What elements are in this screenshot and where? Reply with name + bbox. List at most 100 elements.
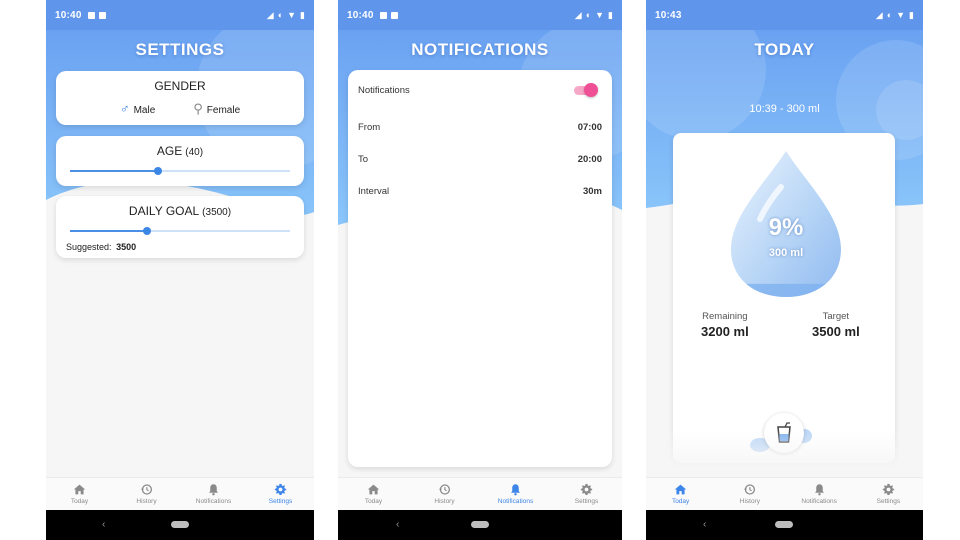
daily-goal-title: DAILY GOAL [128, 204, 200, 218]
target-value: 3500 ml [812, 324, 860, 339]
gear-icon [580, 483, 593, 496]
notifications-toggle-row: Notifications [358, 83, 602, 97]
to-value: 20:00 [577, 154, 602, 165]
tab-notifications[interactable]: Notifications [480, 478, 551, 510]
tab-label: Notifications [801, 498, 837, 505]
tab-history[interactable]: History [409, 478, 480, 510]
tab-settings[interactable]: Settings [247, 478, 314, 510]
home-button[interactable] [171, 521, 189, 528]
home-button[interactable] [471, 521, 489, 528]
tab-today[interactable]: Today [646, 478, 715, 510]
target-label: Target [822, 311, 850, 322]
page-title: SETTINGS [135, 40, 225, 59]
interval-value: 30m [582, 186, 602, 197]
gear-icon [274, 483, 287, 496]
age-card: AGE (40) [56, 136, 304, 186]
female-option[interactable]: ⚲ Female [193, 101, 240, 117]
back-button[interactable]: ‹ [396, 519, 399, 530]
status-bar: 10:40 ◢ ◐ ▼ ▮ [338, 0, 622, 30]
gender-title: GENDER [154, 79, 206, 93]
page-title: TODAY [754, 40, 815, 59]
status-icons: ◢ ◐ ▼ ▮ [267, 10, 305, 21]
notifications-toggle[interactable] [574, 83, 598, 97]
tab-label: Settings [574, 498, 599, 505]
home-button[interactable] [775, 521, 793, 528]
tab-label: Notifications [497, 498, 534, 505]
suggested-goal: Suggested: 3500 [66, 242, 136, 252]
progress-percent: 9% [768, 214, 804, 241]
from-value: 07:00 [577, 122, 602, 133]
suggested-label: Suggested: [66, 242, 112, 252]
tab-history[interactable]: History [113, 478, 180, 510]
battery-icon: ▮ [608, 9, 613, 20]
tab-history[interactable]: History [715, 478, 784, 510]
remaining-label: Remaining [702, 311, 748, 322]
water-level-fill [731, 283, 841, 297]
tab-label: History [136, 498, 157, 505]
tab-label: Settings [876, 498, 901, 505]
bottom-navigation: Today History Notifications Settings [338, 477, 622, 510]
data-saver-icon: ◐ [886, 10, 893, 20]
age-slider-thumb[interactable] [154, 167, 162, 175]
target-stat: Target 3500 ml [812, 311, 860, 339]
wifi-icon: ▼ [595, 10, 605, 20]
daily-goal-slider[interactable] [70, 227, 290, 235]
female-symbol-icon: ⚲ [193, 101, 203, 116]
system-navigation-bar: ‹ [46, 510, 314, 540]
tab-today[interactable]: Today [338, 478, 409, 510]
status-icons: ◢ ◐ ▼ ▮ [575, 10, 613, 21]
bell-icon [209, 484, 218, 496]
tab-notifications[interactable]: Notifications [785, 478, 854, 510]
system-navigation-bar: ‹ [338, 510, 622, 540]
bottom-navigation: Today History Notifications Settings [646, 477, 923, 510]
wifi-icon: ▼ [896, 10, 906, 20]
settings-screen: 10:40 ◢ ◐ ▼ ▮ SETTINGS GENDER ♂ Male ⚲ Fem… [46, 0, 314, 540]
tab-settings[interactable]: Settings [551, 478, 622, 510]
tab-label: Today [70, 498, 89, 505]
daily-goal-value: (3500) [202, 207, 232, 218]
notification-icon [379, 11, 387, 19]
toggle-thumb [584, 83, 598, 97]
daily-goal-card: DAILY GOAL (3500) Suggested: 3500 [56, 196, 304, 258]
data-saver-icon: ◐ [277, 10, 284, 20]
tab-label: Today [671, 498, 690, 505]
signal-icon: ◢ [574, 9, 582, 20]
history-icon [438, 484, 451, 495]
interval-label: Interval [358, 186, 390, 197]
notifications-card: Notifications From 07:00 To 20:00 Interv… [348, 70, 612, 467]
back-button[interactable]: ‹ [703, 519, 706, 530]
male-option[interactable]: ♂ Male [120, 101, 155, 117]
status-time: 10:40 [347, 9, 374, 21]
to-time-row[interactable]: To 20:00 [358, 154, 602, 165]
bottom-navigation: Today History Notifications Settings [46, 477, 314, 510]
home-icon [73, 484, 86, 495]
from-time-row[interactable]: From 07:00 [358, 122, 602, 133]
back-button[interactable]: ‹ [102, 519, 105, 530]
tab-notifications[interactable]: Notifications [180, 478, 247, 510]
tab-label: History [434, 498, 455, 505]
status-time: 10:40 [55, 9, 82, 21]
interval-row[interactable]: Interval 30m [358, 186, 602, 197]
notification-icon [390, 11, 398, 19]
water-drop: 9% 300 ml [715, 149, 857, 299]
history-icon [744, 484, 756, 495]
system-navigation-bar: ‹ [646, 510, 923, 540]
suggested-value: 3500 [116, 242, 137, 252]
tab-label: Notifications [195, 498, 232, 505]
today-screen: 10:43 ◢ ◐ ▼ ▮ TODAY 10:39 - 300 ml 9% 30… [646, 0, 923, 540]
female-label: Female [206, 105, 241, 116]
to-label: To [358, 154, 369, 165]
age-slider[interactable] [70, 167, 290, 175]
male-symbol-icon: ♂ [119, 101, 130, 116]
status-icons: ◢ ◐ ▼ ▮ [876, 10, 914, 21]
tab-settings[interactable]: Settings [854, 478, 923, 510]
remaining-value: 3200 ml [701, 324, 749, 339]
history-icon [140, 484, 153, 495]
tab-today[interactable]: Today [46, 478, 113, 510]
remaining-stat: Remaining 3200 ml [701, 311, 749, 339]
daily-goal-slider-thumb[interactable] [143, 227, 151, 235]
gender-card: GENDER ♂ Male ⚲ Female [56, 71, 304, 125]
wifi-icon: ▼ [287, 10, 297, 20]
age-slider-fill [70, 170, 158, 172]
status-bar: 10:40 ◢ ◐ ▼ ▮ [46, 0, 314, 30]
